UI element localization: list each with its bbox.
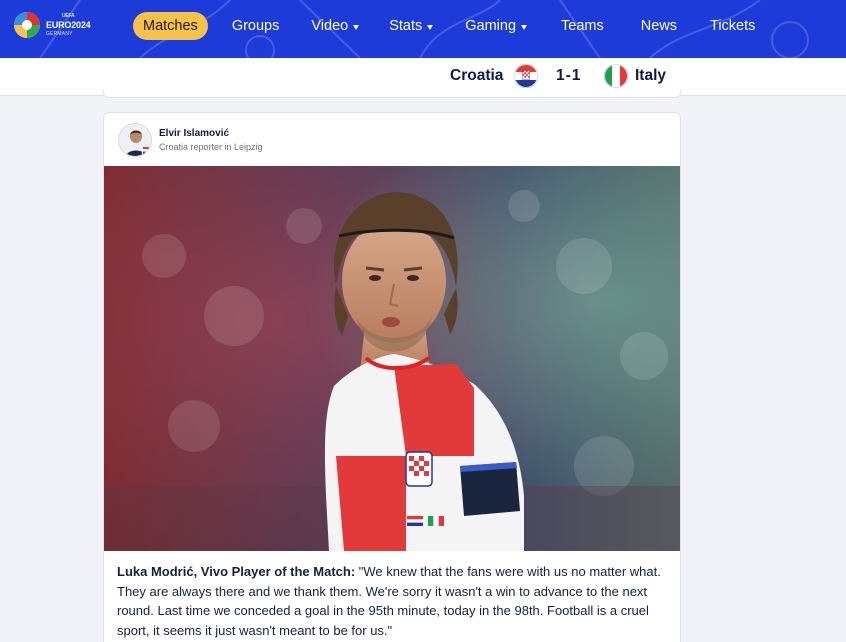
away-team-name: Italy: [635, 67, 667, 84]
logo-subtitle: GERMANY: [46, 30, 73, 37]
nav-item-gaming[interactable]: Gaming: [465, 12, 528, 40]
author-name: Elvir Islamović: [159, 127, 230, 139]
top-navigation: UEFA EURO2024 GERMANY Matches Groups Vid…: [0, 0, 846, 58]
author-avatar[interactable]: [118, 123, 152, 157]
author-portrait-icon: [119, 124, 151, 156]
chevron-down-icon: [353, 25, 360, 30]
main-menu: Matches Groups Video Stats Gaming Teams …: [133, 12, 755, 40]
chevron-down-icon: [521, 25, 528, 30]
nav-item-groups[interactable]: Groups: [232, 12, 280, 40]
nav-item-matches[interactable]: Matches: [133, 12, 208, 40]
logo-wordmark: UEFA EURO2024 GERMANY: [46, 12, 91, 39]
post-author: Elvir Islamović Croatia reporter in Leip…: [118, 123, 263, 157]
previous-post-card: [103, 90, 681, 98]
post-body: Luka Modrić, Vivo Player of the Match: "…: [117, 562, 669, 640]
nav-item-tickets[interactable]: Tickets: [710, 12, 755, 40]
nav-item-teams[interactable]: Teams: [561, 12, 604, 40]
logo-title: EURO2024: [46, 19, 91, 30]
author-role: Croatia reporter in Leipzig: [159, 141, 263, 152]
nav-item-label: Stats: [389, 18, 423, 34]
nav-item-label: Tickets: [710, 18, 756, 34]
player-photo: [104, 166, 680, 551]
euro-trophy-logo-icon: [14, 12, 40, 38]
logo-uefa-label: UEFA: [61, 12, 75, 19]
nav-item-news[interactable]: News: [641, 12, 677, 40]
author-meta: Elvir Islamović Croatia reporter in Leip…: [159, 127, 263, 154]
nav-item-label: Matches: [143, 18, 198, 34]
quote-attribution: Luka Modrić, Vivo Player of the Match:: [117, 564, 356, 579]
euro2024-logo[interactable]: UEFA EURO2024 GERMANY: [12, 8, 91, 42]
nav-item-label: News: [640, 18, 678, 34]
nav-item-label: Video: [311, 18, 349, 34]
nav-item-video[interactable]: Video: [311, 12, 360, 40]
live-blog-post: Elvir Islamović Croatia reporter in Leip…: [103, 112, 681, 642]
nav-item-stats[interactable]: Stats: [389, 12, 434, 40]
chevron-down-icon: [427, 25, 434, 30]
home-team-name: Croatia: [450, 67, 504, 84]
italy-flag-icon: [604, 64, 628, 88]
nav-item-label: Groups: [231, 18, 280, 34]
nav-item-label: Teams: [561, 18, 604, 34]
croatia-flag-icon: [514, 64, 538, 88]
match-score: 1-1: [556, 67, 582, 84]
nav-item-label: Gaming: [465, 18, 517, 34]
